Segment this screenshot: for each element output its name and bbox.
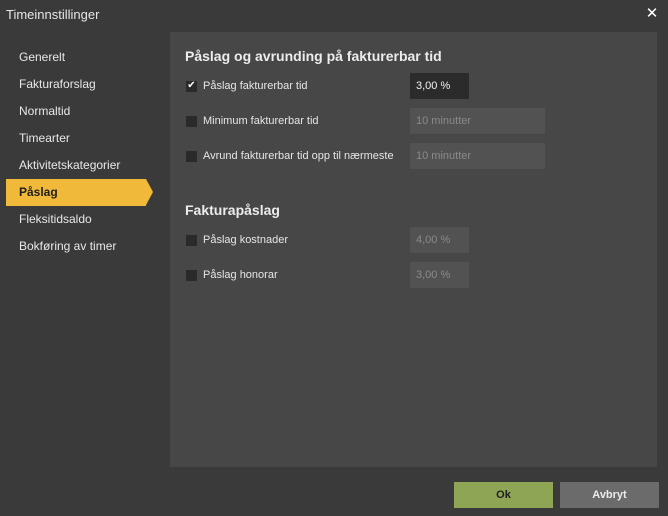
sidebar-item-aktivitetskategorier[interactable]: Aktivitetskategorier [0,152,170,179]
close-icon[interactable]: ✕ [644,5,660,22]
row-paslag-honorar: Påslag honorar [186,261,546,289]
window-title: Timeinnstillinger [6,6,100,22]
ok-button[interactable]: Ok [454,482,553,508]
paslag-kostnader-checkbox[interactable] [186,234,197,246]
sidebar-item-label: Aktivitetskategorier [19,158,121,172]
sidebar-item-fleksitidsaldo[interactable]: Fleksitidsaldo [0,206,170,233]
title-bar: Timeinnstillinger [0,0,668,28]
sidebar-item-label: Fleksitidsaldo [19,212,92,226]
paslag-honorar-checkbox[interactable] [186,269,197,281]
row-paslag-fakturerbar-tid: ✔ Påslag fakturerbar tid [186,72,546,100]
sidebar-item-paslag[interactable]: Påslag [6,179,153,206]
paslag-honorar-label: Påslag honorar [203,269,278,281]
avrund-fakturerbar-tid-checkbox[interactable] [186,150,197,162]
avrund-fakturerbar-tid-input[interactable]: 10 minutter [410,143,545,169]
sidebar-item-fakturaforslag[interactable]: Fakturaforslag [0,71,170,98]
sidebar-item-label: Generelt [19,50,66,64]
avrund-fakturerbar-tid-label: Avrund fakturerbar tid opp til nærmeste [203,150,394,162]
paslag-fakturerbar-tid-label: Påslag fakturerbar tid [203,80,308,92]
sidebar-item-label: Timearter [19,131,70,145]
paslag-honorar-input[interactable]: 3,00 % [410,262,469,288]
sidebar-item-label: Fakturaforslag [19,77,96,91]
row-paslag-kostnader: Påslag kostnader [186,226,546,254]
settings-panel: Påslag og avrunding på fakturerbar tid ✔… [170,32,657,467]
cancel-button[interactable]: Avbryt [560,482,659,508]
checkmark-icon: ✔ [187,80,196,91]
paslag-fakturerbar-tid-input[interactable]: 3,00 % [410,73,469,99]
sidebar-item-label: Normaltid [19,104,71,118]
sidebar-item-generelt[interactable]: Generelt [0,44,170,71]
section-title-fakturapaslag: Fakturapåslag [185,202,280,218]
minimum-fakturerbar-tid-input[interactable]: 10 minutter [410,108,545,134]
sidebar-item-label: Bokføring av timer [19,239,117,253]
sidebar-item-normaltid[interactable]: Normaltid [0,98,170,125]
minimum-fakturerbar-tid-label: Minimum fakturerbar tid [203,115,319,127]
section-title-paslag-avrunding: Påslag og avrunding på fakturerbar tid [185,48,442,64]
paslag-kostnader-input[interactable]: 4,00 % [410,227,469,253]
paslag-fakturerbar-tid-checkbox[interactable]: ✔ [186,80,197,92]
paslag-kostnader-label: Påslag kostnader [203,234,288,246]
minimum-fakturerbar-tid-checkbox[interactable] [186,115,197,127]
sidebar-item-timearter[interactable]: Timearter [0,125,170,152]
sidebar: Generelt Fakturaforslag Normaltid Timear… [0,44,170,260]
sidebar-item-bokforing-av-timer[interactable]: Bokføring av timer [0,233,170,260]
sidebar-item-label: Påslag [19,185,58,199]
